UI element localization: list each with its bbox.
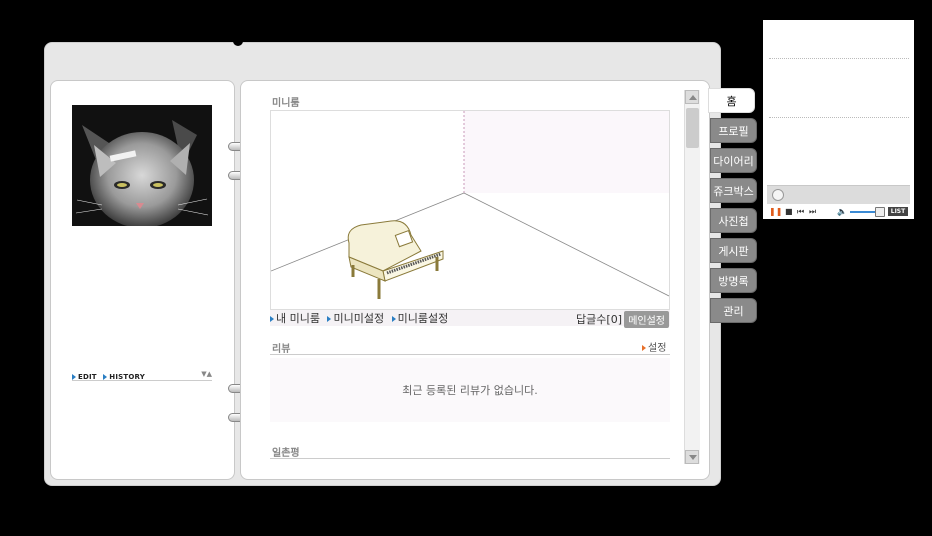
arrow-up-icon bbox=[689, 95, 697, 100]
arrow-right-icon bbox=[270, 316, 274, 322]
music-player: ❚❚ ■ ⏮ ⏭ 🔈 LIST bbox=[763, 20, 914, 219]
miniroom-links-bar: 내 미니룸 미니미설정 미니룸설정 답글수[0] 메인설정 bbox=[270, 310, 670, 328]
review-title: 리뷰 bbox=[272, 344, 291, 355]
playlist-button[interactable]: LIST bbox=[888, 207, 908, 216]
tab-manage[interactable]: 관리 bbox=[710, 298, 757, 323]
history-label: HISTORY bbox=[109, 373, 145, 381]
miniroom-view[interactable] bbox=[270, 110, 670, 310]
review-divider bbox=[270, 354, 670, 355]
review-setting-label: 설정 bbox=[648, 343, 667, 354]
next-icon[interactable]: ⏭ bbox=[809, 206, 816, 217]
my-miniroom-label: 내 미니룸 bbox=[276, 312, 320, 325]
volume-knob[interactable] bbox=[875, 207, 885, 217]
my-miniroom-link[interactable]: 내 미니룸 bbox=[270, 310, 320, 326]
history-link[interactable]: HISTORY bbox=[103, 373, 145, 381]
tab-jukebox[interactable]: 쥬크박스 bbox=[710, 178, 757, 203]
arrow-right-icon bbox=[391, 316, 396, 322]
miniroom-scene bbox=[271, 111, 669, 299]
cat-photo-icon bbox=[72, 105, 212, 226]
review-setting-link[interactable]: 설정 bbox=[642, 339, 666, 354]
volume-icon: 🔈 bbox=[837, 207, 847, 216]
review-empty-box: 최근 등록된 리뷰가 없습니다. bbox=[270, 358, 670, 422]
pause-icon[interactable]: ❚❚ bbox=[769, 206, 782, 217]
edit-link[interactable]: EDIT bbox=[72, 373, 97, 381]
ilchon-title: 일촌평 bbox=[272, 448, 300, 459]
scroll-down-button[interactable] bbox=[685, 450, 699, 464]
player-divider bbox=[769, 58, 909, 59]
minimi-setting-link[interactable]: 미니미설정 bbox=[327, 310, 384, 326]
ilchon-divider bbox=[270, 458, 670, 459]
player-track-bar bbox=[767, 185, 910, 204]
arrow-right-icon bbox=[327, 316, 332, 322]
scrollbar-thumb[interactable] bbox=[686, 108, 699, 148]
minimi-setting-label: 미니미설정 bbox=[333, 312, 385, 325]
review-empty-message: 최근 등록된 리뷰가 없습니다. bbox=[402, 384, 538, 397]
profile-photo bbox=[72, 105, 212, 226]
tab-guestbook[interactable]: 방명록 bbox=[710, 268, 757, 293]
disc-icon bbox=[772, 189, 784, 201]
miniroom-setting-link[interactable]: 미니룸설정 bbox=[391, 310, 449, 326]
reply-count: 답글수[0] bbox=[576, 313, 622, 326]
tab-board[interactable]: 게시판 bbox=[710, 238, 757, 263]
volume-slider[interactable] bbox=[850, 211, 876, 213]
arrow-down-icon bbox=[689, 455, 697, 460]
miniroom-title: 미니룸 bbox=[272, 98, 300, 109]
expand-arrows-icon[interactable]: ▼▲ bbox=[201, 370, 212, 378]
player-controls: ❚❚ ■ ⏮ ⏭ 🔈 LIST bbox=[767, 206, 910, 217]
piano-icon[interactable] bbox=[347, 220, 444, 299]
tab-profile[interactable]: 프로필 bbox=[710, 118, 757, 143]
scrollbar[interactable] bbox=[684, 90, 700, 464]
main-setting-button[interactable]: 메인설정 bbox=[624, 311, 669, 328]
previous-icon[interactable]: ⏮ bbox=[797, 206, 804, 217]
arrow-right-icon bbox=[642, 345, 646, 351]
tab-diary[interactable]: 다이어리 bbox=[710, 148, 757, 173]
tab-photo-album[interactable]: 사진첩 bbox=[710, 208, 757, 233]
miniroom-setting-label: 미니룸설정 bbox=[397, 312, 449, 325]
tab-home[interactable]: 홈 bbox=[708, 88, 755, 113]
scroll-up-button[interactable] bbox=[685, 90, 699, 104]
stop-icon[interactable]: ■ bbox=[785, 206, 793, 217]
arrow-right-icon bbox=[103, 374, 108, 380]
edit-label: EDIT bbox=[78, 373, 97, 381]
arrow-right-icon bbox=[72, 374, 76, 380]
edit-history-bar: EDIT HISTORY ▼▲ bbox=[72, 369, 212, 381]
player-divider bbox=[769, 117, 909, 118]
